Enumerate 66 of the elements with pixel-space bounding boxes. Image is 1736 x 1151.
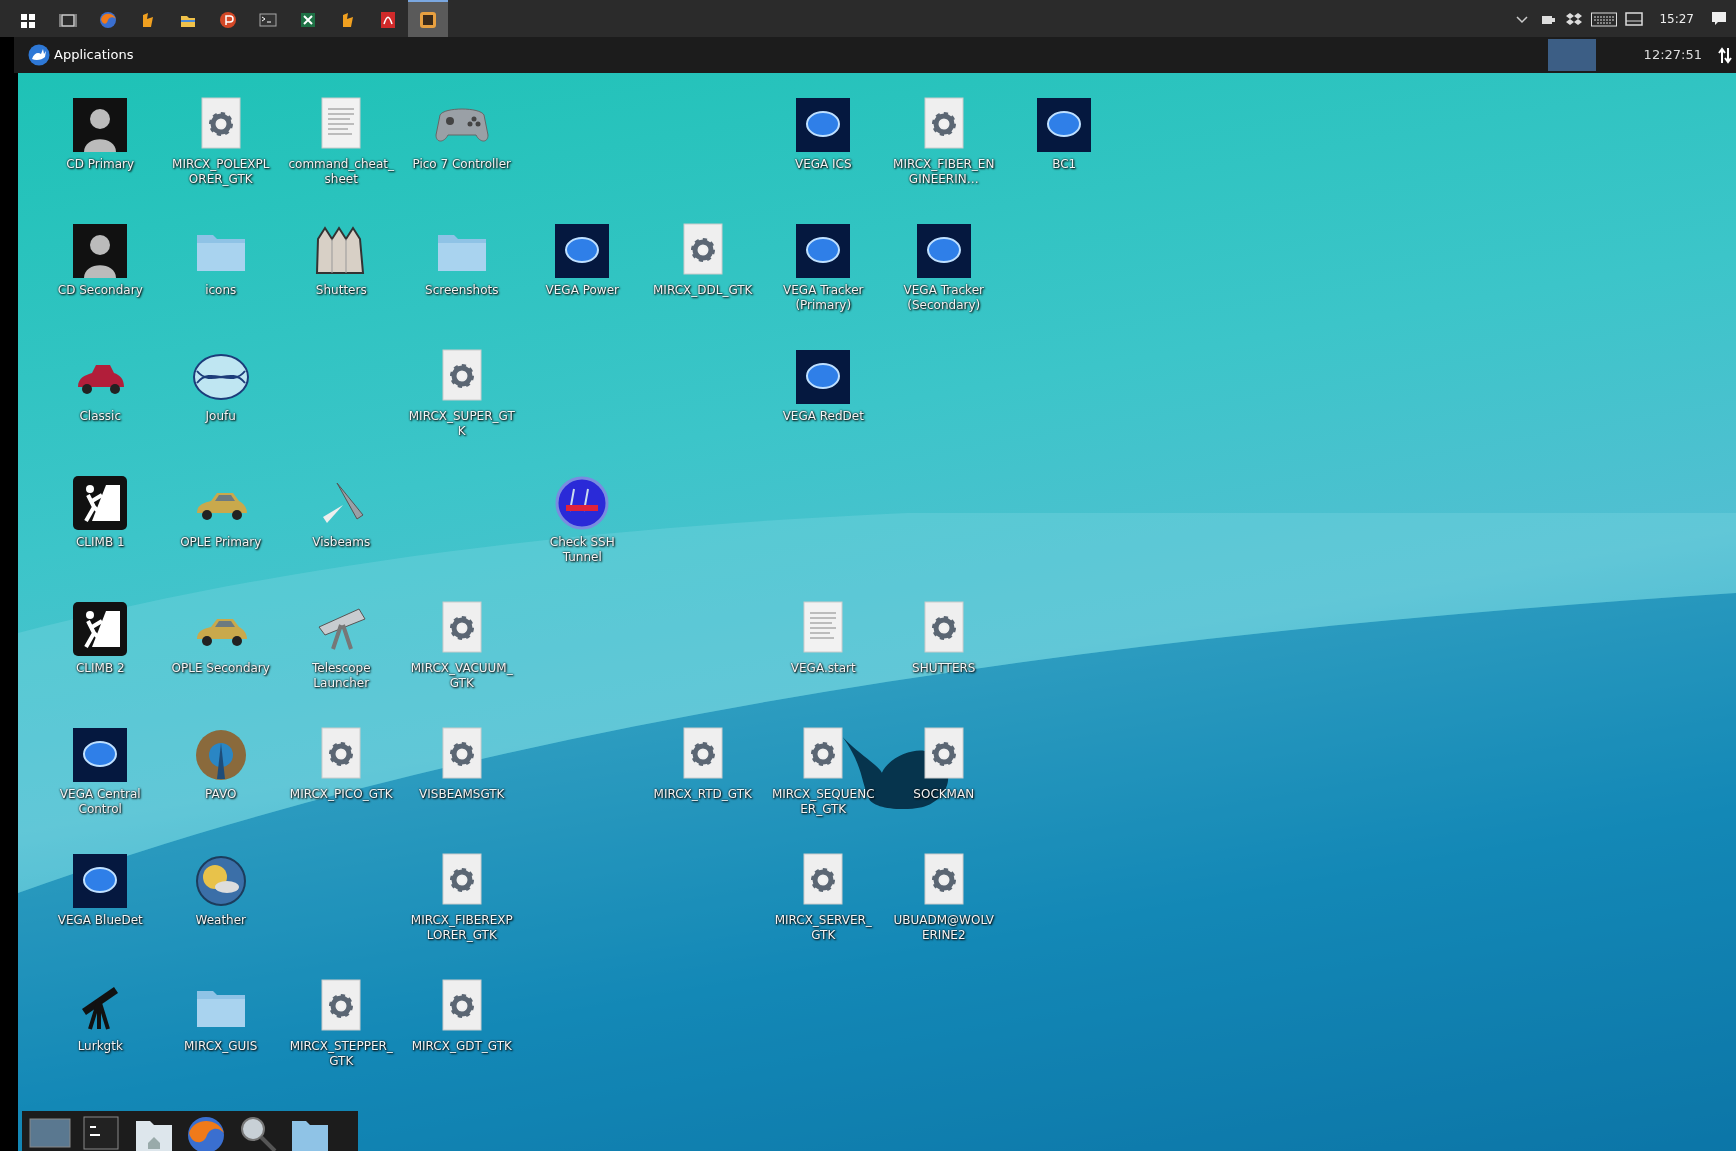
desktop-icon-label[interactable]: VEGA ICS [770,157,877,172]
desktop-icon-label[interactable]: OPLE Secondary [167,661,274,676]
desktop-icon-label[interactable]: PAVO [167,787,274,802]
desktop-icon-label[interactable]: MIRCX_VACUUM_GTK [408,661,515,691]
person-silhouette-icon[interactable] [72,223,129,279]
climber-sign-icon[interactable] [72,601,129,657]
desktop-icon-label[interactable]: BC1 [1011,157,1118,172]
image-viewer-icon [419,10,437,29]
desktop-icon-label[interactable]: MIRCX_FIBEREXPLORER_GTK [408,913,515,943]
desktop-icon-label[interactable]: Joufu [167,409,274,424]
desktop-icon-label[interactable]: MIRCX_GUIS [167,1039,274,1054]
desktop-icon-label[interactable]: MIRCX_DDL_GTK [649,283,756,298]
desktop-icon-label[interactable]: Pico 7 Controller [408,157,515,172]
applications-menu[interactable]: Applications [22,44,140,66]
taskbar-button[interactable] [408,0,448,37]
panel-clock: 12:27:51 [1643,46,1702,65]
desktop-icon-label[interactable]: VEGA Power [529,283,636,298]
person-silhouette-icon[interactable] [72,97,129,153]
desktop-icon-label[interactable]: Weather [167,913,274,928]
desktop-icon-label[interactable]: MIRCX_SUPER_GTK [408,409,515,439]
desktop-icon-label[interactable]: SHUTTERS [890,661,997,676]
keyboard-icon[interactable] [1591,9,1618,28]
desktop-icon-label[interactable]: OPLE Primary [167,535,274,550]
desktop-icon-label[interactable]: VISBEAMSGTK [408,787,515,802]
slides-app-icon [219,10,237,29]
desktop-icon-label[interactable]: Screenshots [408,283,515,298]
pdf-reader-icon [379,10,397,29]
desktop-icon-label[interactable]: CD Primary [47,157,154,172]
desktop-icon-label[interactable]: icons [167,283,274,298]
terminal-icon [259,10,277,29]
taskbar-clock: 15:27 [1659,10,1694,28]
desktop-icon-label[interactable]: MIRCX_POLEXPLORER_GTK [167,157,274,187]
window-layout-icon[interactable] [1625,9,1644,28]
desktop-icon-label[interactable]: MIRCX_RTD_GTK [649,787,756,802]
desktop-icon-label[interactable]: MIRCX_PICO_GTK [288,787,395,802]
desktop-icon-label[interactable]: SOCKMAN [890,787,997,802]
desktop-icon-label[interactable]: VEGA BlueDet [47,913,154,928]
desktop-icon-label[interactable]: CLIMB 1 [47,535,154,550]
desktop-icon-label[interactable]: MIRCX_SEQUENCER_GTK [770,787,877,817]
globe-fox-icon [99,10,117,29]
desktop-icon-label[interactable]: MIRCX_SERVER_GTK [770,913,877,943]
workspace-switcher[interactable] [1547,39,1596,71]
climber-sign-icon[interactable] [72,475,129,531]
mouse-logo-icon [28,44,50,66]
desktop-icon-label[interactable]: UBUADM@WOLVERINE2 [890,913,997,943]
desktop-icon-label[interactable]: CD Secondary [47,283,154,298]
desktop-icon-label[interactable]: Classic [47,409,154,424]
desktop-icon-label[interactable]: MIRCX_GDT_GTK [408,1039,515,1054]
desktop-icon-label[interactable]: Telescope Launcher [288,661,395,691]
desktop-icon-label[interactable]: MIRCX_STEPPER_GTK [288,1039,395,1069]
notification-icon[interactable] [1710,9,1728,28]
desktop-icon-label[interactable]: Check SSH Tunnel [529,535,636,565]
desktop-icon-label[interactable]: MIRCX_FIBER_ENGINEERIN… [890,157,997,187]
desktop-icon-label[interactable]: VEGA Central Control [47,787,154,817]
desktop-icon-label[interactable]: Shutters [288,283,395,298]
desktop-icon-label[interactable]: VEGA.start [770,661,877,676]
desktop-icon-label[interactable]: VEGA RedDet [770,409,877,424]
round-emblem-icon[interactable] [554,475,611,531]
desktop-icon-label[interactable]: CLIMB 2 [47,661,154,676]
desktop-icon-label[interactable]: VEGA Tracker (Primary) [770,283,877,313]
spreadsheet-app-icon [299,10,317,29]
desktop-icon-label[interactable]: VEGA Tracker (Secondary) [890,283,997,313]
desktop-icon-label[interactable]: Visbeams [288,535,395,550]
desktop-icon-label[interactable]: command_cheat_sheet [288,157,395,187]
desktop-icon-label[interactable]: Lurkgtk [47,1039,154,1054]
arrows-icon[interactable] [1718,46,1732,64]
